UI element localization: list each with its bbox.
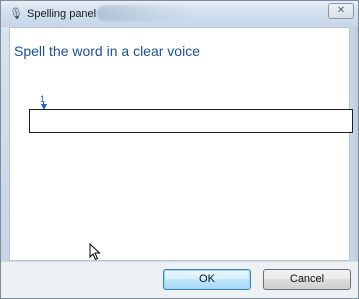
spelling-panel-window: 🎙 Spelling panel ✕ Spell the word in a c… xyxy=(0,0,359,299)
background-window-ghost xyxy=(97,5,197,21)
window-title: Spelling panel xyxy=(27,8,97,20)
title-bar[interactable]: 🎙 Spelling panel ✕ xyxy=(1,1,358,27)
microphone-icon: 🎙 xyxy=(9,7,23,20)
instruction-text: Spell the word in a clear voice xyxy=(14,43,200,59)
panel-content: Spell the word in a clear voice 1 xyxy=(9,27,350,261)
window-frame-edge xyxy=(349,27,358,261)
spelling-input-field[interactable] xyxy=(29,109,353,133)
mouse-pointer-icon xyxy=(89,243,101,261)
cancel-button[interactable]: Cancel xyxy=(263,269,351,290)
close-button[interactable]: ✕ xyxy=(328,3,354,19)
ok-button[interactable]: OK xyxy=(163,269,251,290)
